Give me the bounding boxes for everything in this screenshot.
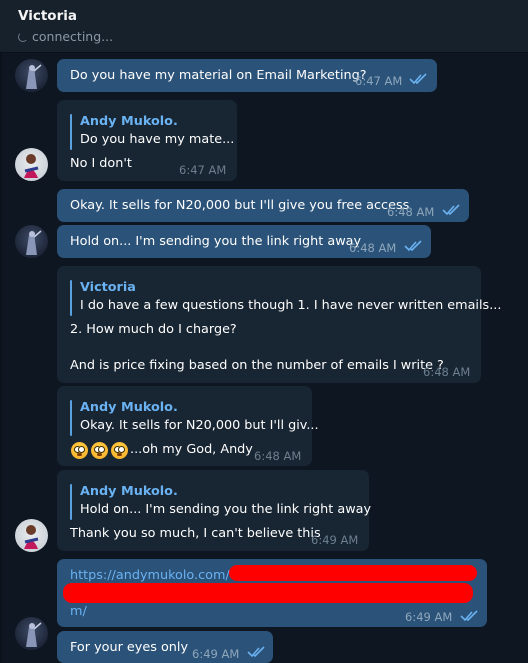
connection-status: connecting... [18,29,113,44]
reply-quote[interactable]: Hold on... I'm sending you the link righ… [80,501,371,519]
message-time: 6:49 AM [311,533,359,547]
divider [0,53,2,663]
reply-bar [70,400,72,436]
message-time: 6:47 AM [179,163,227,177]
avatar-victoria[interactable] [15,148,48,181]
message-time: 6:48 AM [254,449,302,463]
read-checkmarks-icon [460,610,478,622]
reply-author[interactable]: Andy Mukolo. [80,483,178,501]
reply-quote[interactable]: Okay. It sells for N20,000 but I'll giv.… [80,417,319,435]
message-bubble[interactable]: For your eyes only 6:49 AM [57,631,273,663]
chat-header: Victoria connecting... [0,0,528,53]
reply-bar [70,484,72,520]
message-time: 6:49 AM [192,647,240,661]
message-time: 6:49 AM [405,610,453,624]
flushed-face-emoji-icon [91,442,108,459]
avatar-andy[interactable] [15,225,48,258]
message-text-line: And is price fixing based on the number … [70,358,444,373]
message-time: 6:47 AM [355,74,403,88]
reply-author[interactable]: Andy Mukolo. [80,399,178,417]
reply-quote[interactable]: I do have a few questions though 1. I ha… [80,297,501,315]
avatar-victoria[interactable] [15,519,48,552]
redaction-mark [63,583,473,603]
redaction-mark [229,565,477,581]
message-bubble[interactable]: Hold on... I'm sending you the link righ… [57,225,431,258]
flushed-face-emoji-icon [111,442,128,459]
message-link-end[interactable]: m/ [70,603,87,621]
message-time: 6:48 AM [349,241,397,255]
loading-spinner-icon [18,31,28,42]
reply-author[interactable]: Victoria [80,279,136,297]
message-text: No I don't [70,156,132,171]
read-checkmarks-icon [247,646,265,658]
read-checkmarks-icon [442,204,460,216]
status-text: connecting... [32,29,114,44]
message-text: Do you have my material on Email Marketi… [70,68,367,83]
message-text: Hold on... I'm sending you the link righ… [70,234,362,249]
chat-title[interactable]: Victoria [18,8,77,24]
message-bubble[interactable]: Andy Mukolo. Okay. It sells for N20,000 … [57,386,319,466]
avatar-andy[interactable] [15,59,48,92]
message-bubble[interactable]: Andy Mukolo. Do you have my mate... No I… [57,100,237,181]
message-text: Thank you so much, I can't believe this [70,526,321,541]
read-checkmarks-icon [409,73,427,85]
message-bubble[interactable]: Do you have my material on Email Marketi… [57,59,437,92]
message-bubble[interactable]: https://andymukolo.com/ m/ 6:49 AM [57,559,487,627]
message-text-line: 2. How much do I charge? [70,322,237,337]
message-bubble[interactable]: Victoria I do have a few questions thoug… [57,266,501,383]
reply-bar [70,114,72,150]
message-text: Okay. It sells for N20,000 but I'll give… [70,198,410,213]
message-text: ...oh my God, Andy [130,442,253,457]
reply-quote[interactable]: Do you have my mate... [80,131,234,149]
flushed-face-emoji-icon [71,442,88,459]
avatar-andy[interactable] [15,617,48,650]
message-time: 6:48 AM [387,205,435,219]
message-bubble[interactable]: Okay. It sells for N20,000 but I'll give… [57,189,469,222]
message-text: For your eyes only [70,640,189,655]
message-time: 6:48 AM [423,365,471,379]
reply-author[interactable]: Andy Mukolo. [80,113,178,131]
reply-bar [70,280,72,316]
message-bubble[interactable]: Andy Mukolo. Hold on... I'm sending you … [57,470,371,551]
read-checkmarks-icon [404,240,422,252]
